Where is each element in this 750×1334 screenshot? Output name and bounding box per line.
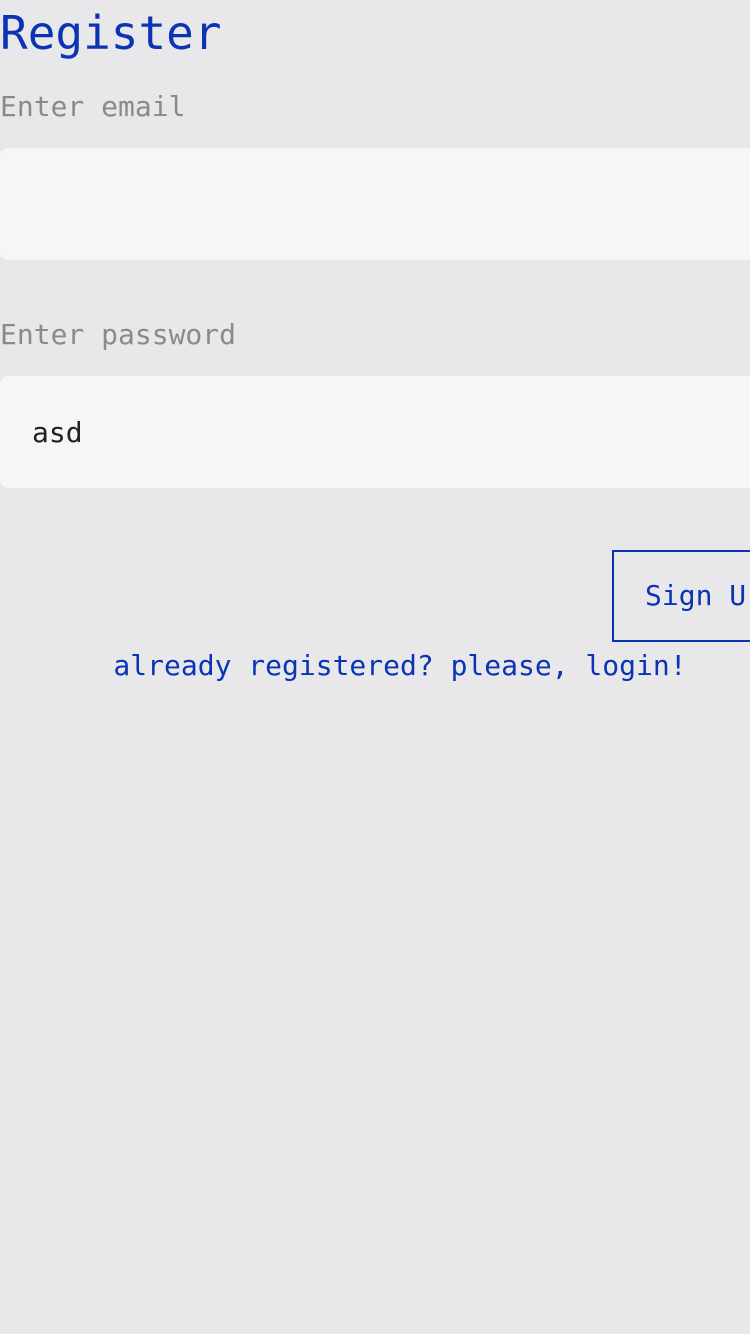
password-label: Enter password (0, 318, 237, 351)
password-field[interactable] (0, 376, 750, 488)
sign-up-button[interactable]: Sign U (612, 550, 750, 642)
email-field[interactable] (0, 148, 750, 260)
login-link[interactable]: already registered? please, login! (0, 646, 750, 686)
email-label: Enter email (0, 90, 186, 123)
page-title: Register (0, 6, 222, 60)
register-screen: Register Enter email Enter password Sign… (0, 0, 750, 1334)
